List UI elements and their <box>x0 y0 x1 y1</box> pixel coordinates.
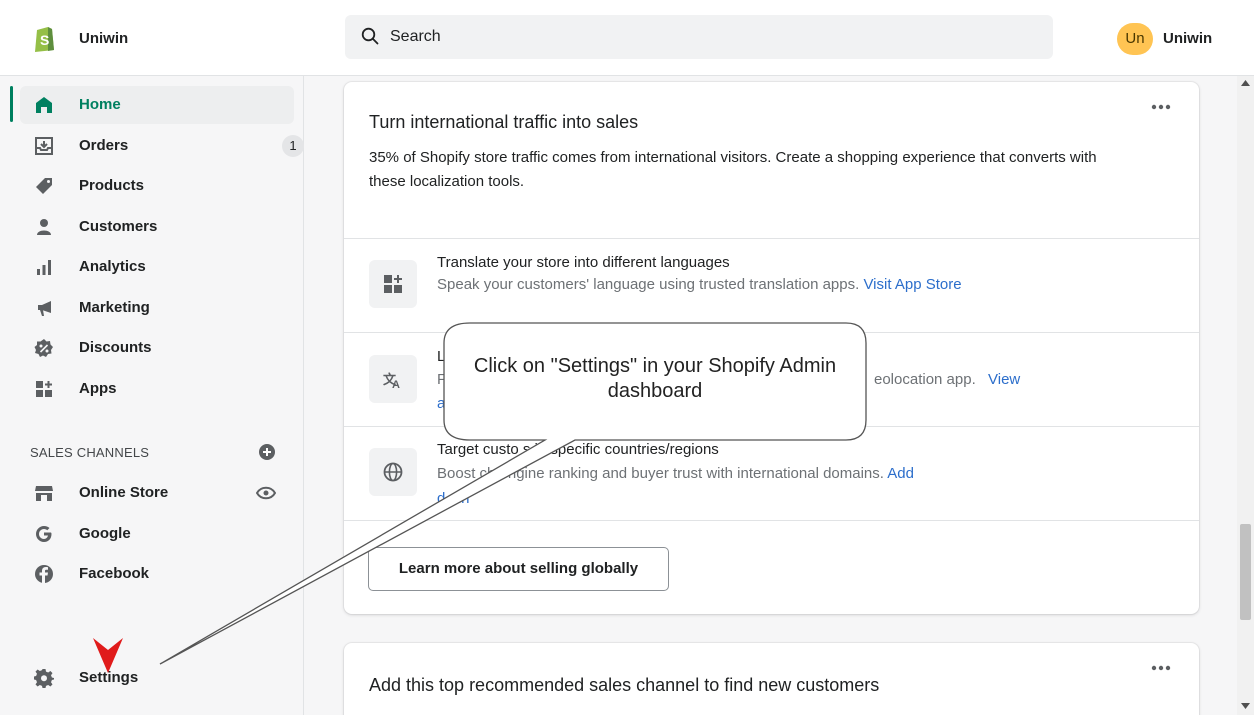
sidebar-item-label: Google <box>79 525 131 542</box>
sidebar-item-google[interactable]: Google <box>20 515 294 553</box>
row-description: Boost ch engine ranking and buyer trust … <box>437 462 1037 486</box>
add-domain-link-continued[interactable]: d ain <box>437 487 517 511</box>
add-domain-link[interactable]: Add <box>887 465 914 482</box>
megaphone-icon <box>38 301 51 316</box>
shopify-logo-icon[interactable]: S <box>34 24 54 52</box>
globe-icon <box>383 462 403 482</box>
store-icon <box>35 486 53 501</box>
scroll-down-arrow-icon[interactable] <box>1241 703 1250 709</box>
more-options-icon[interactable] <box>1151 104 1171 110</box>
sidebar-item-settings[interactable]: Settings <box>20 659 294 697</box>
card-title: Add this top recommended sales channel t… <box>369 675 880 695</box>
active-indicator <box>10 86 13 122</box>
divider <box>344 238 1199 239</box>
sidebar-item-products[interactable]: Products <box>20 167 294 205</box>
sidebar-item-label: Apps <box>79 380 117 397</box>
sidebar-item-facebook[interactable]: Facebook <box>20 555 294 593</box>
search-bar[interactable]: Search <box>345 15 1053 59</box>
sidebar-item-label: Home <box>79 96 121 113</box>
tag-icon <box>36 178 52 194</box>
row-icon-box <box>369 260 417 308</box>
sidebar-item-home[interactable]: Home <box>20 86 294 124</box>
search-input[interactable]: Search <box>390 28 441 46</box>
sidebar-item-analytics[interactable]: Analytics <box>20 248 294 286</box>
red-arrow-icon <box>93 638 123 673</box>
orders-count-badge: 1 <box>282 135 304 157</box>
sidebar-item-label: Facebook <box>79 565 150 582</box>
sidebar-item-label: Customers <box>79 218 158 235</box>
sidebar-item-apps[interactable]: Apps <box>20 370 294 408</box>
sidebar-item-label: Analytics <box>79 258 146 275</box>
add-channel-icon[interactable] <box>258 443 276 461</box>
sidebar-item-online-store[interactable]: Online Store <box>20 474 294 512</box>
gear-icon <box>34 669 54 688</box>
divider <box>344 520 1199 521</box>
svg-text:S: S <box>40 32 49 48</box>
google-icon <box>36 526 52 542</box>
scrollbar-thumb[interactable] <box>1240 524 1251 620</box>
person-icon <box>37 219 51 235</box>
learn-more-button[interactable]: Learn more about selling globally <box>368 547 669 591</box>
top-bar: S Uniwin Search Un Uniwin <box>0 0 1254 76</box>
facebook-icon <box>35 565 53 583</box>
view-app-link[interactable]: View <box>988 368 1048 392</box>
row-icon-box <box>369 448 417 496</box>
sales-channels-title: SALES CHANNELS <box>30 445 150 460</box>
sidebar-item-orders[interactable]: Orders 1 <box>20 127 304 165</box>
card-description: 35% of Shopify store traffic comes from … <box>369 149 1097 190</box>
eye-icon[interactable] <box>256 485 276 501</box>
sidebar-item-label: Online Store <box>79 484 169 501</box>
sidebar: Home Orders 1 Products Customers Analyti… <box>0 76 304 715</box>
row-title: Target custo s in specific countries/reg… <box>437 441 719 458</box>
row-description-text: Speak your customers' language using tru… <box>437 276 860 293</box>
scrollbar[interactable] <box>1237 76 1254 715</box>
svg-text:A: A <box>392 379 400 389</box>
store-name[interactable]: Uniwin <box>79 30 128 47</box>
apps-icon <box>36 381 52 397</box>
sidebar-item-marketing[interactable]: Marketing <box>20 289 294 327</box>
scroll-up-arrow-icon[interactable] <box>1241 80 1250 86</box>
visit-app-store-link[interactable]: Visit App Store <box>863 276 961 293</box>
sidebar-item-label: Marketing <box>79 299 150 316</box>
more-options-icon[interactable] <box>1151 665 1171 671</box>
sidebar-item-discounts[interactable]: Discounts <box>20 329 294 367</box>
sidebar-item-customers[interactable]: Customers <box>20 208 294 246</box>
international-sales-card: Turn international traffic into sales 35… <box>344 82 1199 614</box>
sidebar-item-label: Products <box>79 177 145 194</box>
sidebar-item-label: Orders <box>79 137 129 154</box>
translate-apps-icon <box>384 275 402 293</box>
row-title: Translate your store into different lang… <box>437 254 730 271</box>
callout-text: Click on "Settings" in your Shopify Admi… <box>473 355 837 402</box>
orders-icon <box>35 137 53 155</box>
divider <box>344 426 1199 427</box>
row-icon-box: 文A <box>369 355 417 403</box>
row-description: Speak your customers' language using tru… <box>437 273 1037 297</box>
home-icon <box>36 97 52 113</box>
avatar[interactable]: Un <box>1117 23 1153 55</box>
user-name[interactable]: Uniwin <box>1163 30 1212 47</box>
recommended-channel-card: Add this top recommended sales channel t… <box>344 643 1199 715</box>
card-title: Turn international traffic into sales <box>369 112 639 132</box>
search-icon <box>361 27 379 45</box>
divider <box>344 332 1199 333</box>
row-description-text: eolocation app. <box>874 371 976 388</box>
language-icon: 文A <box>383 372 400 389</box>
sidebar-item-label: Discounts <box>79 339 152 356</box>
row-description-text: Boost ch engine ranking and buyer trust … <box>437 465 884 482</box>
bar-chart-icon <box>37 260 51 275</box>
discount-icon <box>34 339 53 357</box>
